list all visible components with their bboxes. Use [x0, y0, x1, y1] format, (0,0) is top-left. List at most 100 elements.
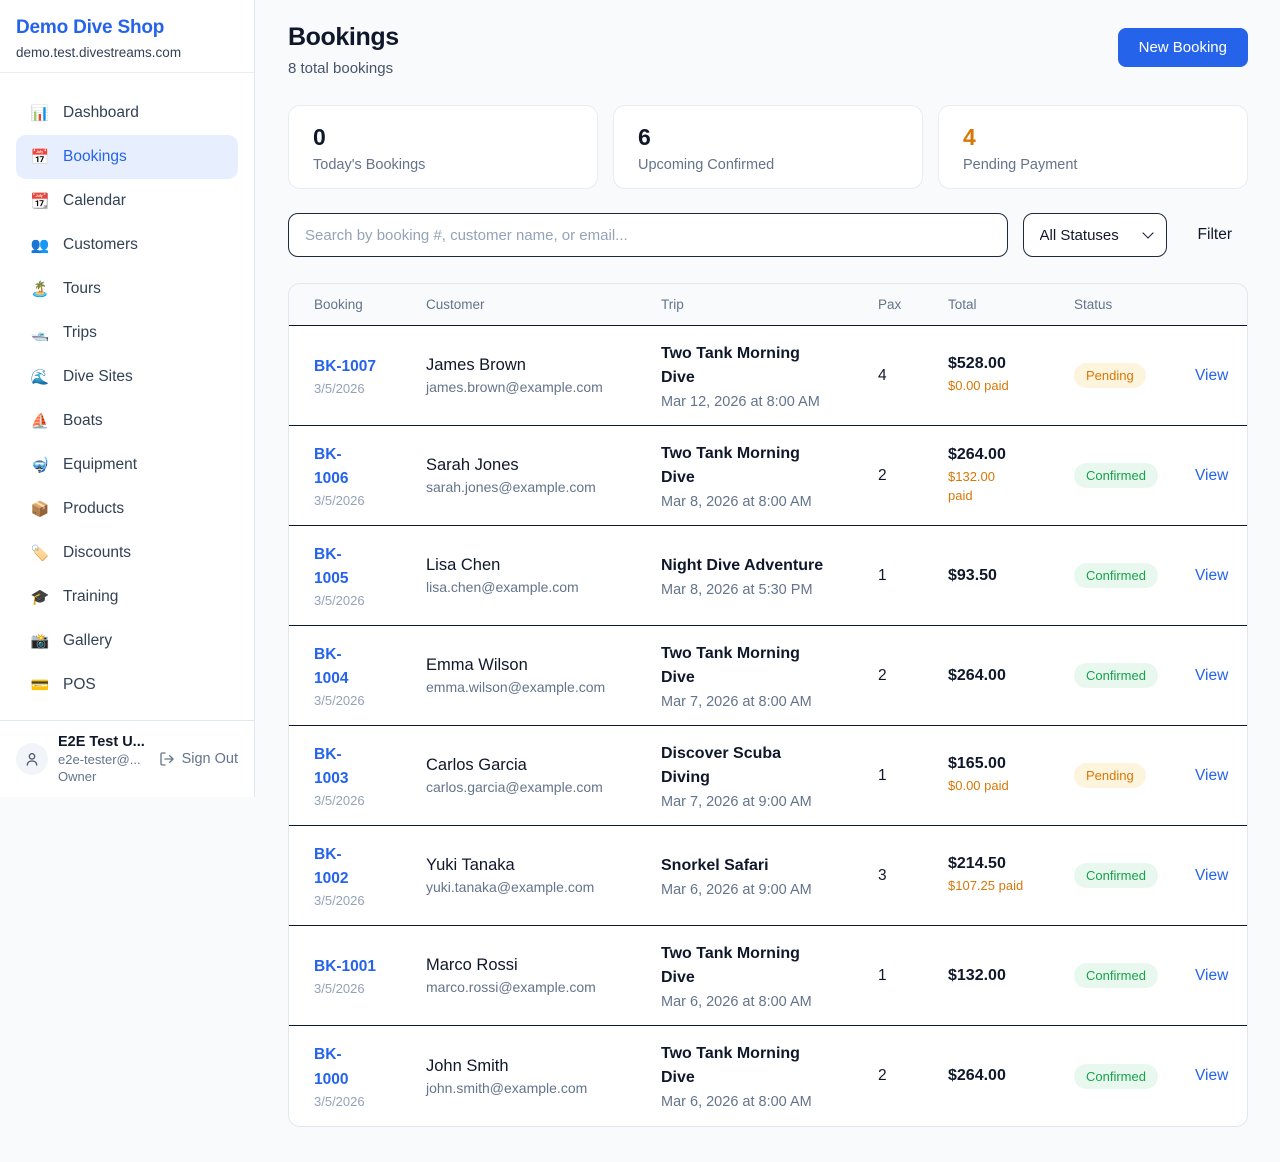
stat-value: 6: [638, 125, 898, 150]
table-row: BK- 1000 3/5/2026 John Smith john.smith@…: [289, 1026, 1247, 1126]
stat-value: 0: [313, 125, 573, 150]
camera-flash-icon: 📸: [30, 632, 50, 650]
total-amount: $528.00: [948, 355, 1062, 373]
customer-name: Lisa Chen: [426, 556, 649, 575]
sidebar-item-boats[interactable]: ⛵ Boats: [16, 399, 238, 443]
sidebar-item-gallery[interactable]: 📸 Gallery: [16, 619, 238, 663]
view-link[interactable]: View: [1195, 367, 1228, 384]
sidebar-item-dive-sites[interactable]: 🌊 Dive Sites: [16, 355, 238, 399]
pax-count: 1: [878, 967, 948, 985]
table-header-row: Booking Customer Trip Pax Total Status: [289, 284, 1247, 326]
booking-id-link[interactable]: BK- 1000: [314, 1043, 348, 1091]
sidebar-item-pos[interactable]: 💳 POS: [16, 663, 238, 707]
booking-date: 3/5/2026: [314, 793, 414, 808]
tear-off-calendar-icon: 📆: [30, 192, 50, 210]
table-row: BK- 1004 3/5/2026 Emma Wilson emma.wilso…: [289, 626, 1247, 726]
total-amount: $264.00: [948, 446, 1062, 464]
booking-id-link[interactable]: BK- 1005: [314, 543, 348, 591]
status-select[interactable]: All Statuses: [1023, 213, 1167, 257]
booking-id-link[interactable]: BK- 1006: [314, 443, 348, 491]
brand-domain: demo.test.divestreams.com: [16, 45, 238, 60]
sidebar-item-label: Training: [63, 588, 118, 606]
sidebar-item-discounts[interactable]: 🏷️ Discounts: [16, 531, 238, 575]
customer-name: James Brown: [426, 356, 649, 375]
column-header-status: Status: [1074, 297, 1195, 312]
table-row: BK- 1002 3/5/2026 Yuki Tanaka yuki.tanak…: [289, 826, 1247, 926]
new-booking-button[interactable]: New Booking: [1118, 28, 1248, 67]
user-name: E2E Test U...: [58, 734, 149, 750]
trip-datetime: Mar 6, 2026 at 8:00 AM: [661, 1094, 866, 1110]
diving-mask-icon: 🤿: [30, 456, 50, 474]
status-badge: Confirmed: [1074, 863, 1158, 888]
trip-name: Discover Scuba Diving: [661, 742, 866, 790]
customer-name: Yuki Tanaka: [426, 856, 649, 875]
view-link[interactable]: View: [1195, 867, 1228, 884]
column-header-customer: Customer: [426, 297, 661, 312]
pax-count: 4: [878, 367, 948, 385]
sidebar-item-label: Bookings: [63, 148, 127, 166]
search-input[interactable]: [288, 213, 1008, 257]
total-amount: $264.00: [948, 667, 1062, 685]
view-link[interactable]: View: [1195, 667, 1228, 684]
avatar: [16, 743, 48, 775]
user-email: e2e-tester@...: [58, 752, 149, 767]
sign-out-button[interactable]: Sign Out: [159, 751, 238, 767]
paid-amount: $107.25 paid: [948, 877, 1062, 896]
brand: Demo Dive Shop demo.test.divestreams.com: [0, 0, 254, 73]
total-amount: $132.00: [948, 967, 1062, 985]
label-tag-icon: 🏷️: [30, 544, 50, 562]
trip-datetime: Mar 6, 2026 at 9:00 AM: [661, 882, 866, 898]
sidebar-nav: 📊 Dashboard 📅 Bookings 📆 Calendar 👥 Cust…: [0, 73, 254, 725]
view-link[interactable]: View: [1195, 767, 1228, 784]
sidebar-item-dashboard[interactable]: 📊 Dashboard: [16, 91, 238, 135]
status-badge: Pending: [1074, 763, 1146, 788]
sidebar-item-bookings[interactable]: 📅 Bookings: [16, 135, 238, 179]
customer-email: john.smith@example.com: [426, 1080, 649, 1096]
customer-email: carlos.garcia@example.com: [426, 779, 649, 795]
sidebar-item-customers[interactable]: 👥 Customers: [16, 223, 238, 267]
column-header-booking: Booking: [314, 297, 426, 312]
sidebar-item-label: POS: [63, 676, 96, 694]
stats-cards: 0 Today's Bookings 6 Upcoming Confirmed …: [288, 105, 1248, 189]
booking-date: 3/5/2026: [314, 593, 414, 608]
bookings-table: Booking Customer Trip Pax Total Status B…: [288, 283, 1248, 1127]
pax-count: 3: [878, 867, 948, 885]
view-link[interactable]: View: [1195, 567, 1228, 584]
sidebar: Demo Dive Shop demo.test.divestreams.com…: [0, 0, 255, 797]
view-link[interactable]: View: [1195, 1067, 1228, 1084]
trip-name: Two Tank Morning Dive: [661, 342, 866, 390]
status-badge: Confirmed: [1074, 1064, 1158, 1089]
customer-name: Emma Wilson: [426, 656, 649, 675]
booking-id-link[interactable]: BK- 1003: [314, 743, 348, 791]
booking-date: 3/5/2026: [314, 493, 414, 508]
sidebar-item-label: Discounts: [63, 544, 131, 562]
sidebar-item-trips[interactable]: 🛥️ Trips: [16, 311, 238, 355]
sidebar-item-tours[interactable]: 🏝️ Tours: [16, 267, 238, 311]
view-link[interactable]: View: [1195, 467, 1228, 484]
sidebar-item-training[interactable]: 🎓 Training: [16, 575, 238, 619]
sidebar-item-label: Trips: [63, 324, 97, 342]
booking-id-link[interactable]: BK- 1002: [314, 843, 348, 891]
graduation-cap-icon: 🎓: [30, 588, 50, 606]
sidebar-item-label: Products: [63, 500, 124, 518]
booking-id-link[interactable]: BK-1007: [314, 355, 376, 379]
trip-datetime: Mar 7, 2026 at 9:00 AM: [661, 794, 866, 810]
customer-email: marco.rossi@example.com: [426, 979, 649, 995]
booking-id-link[interactable]: BK- 1004: [314, 643, 348, 691]
status-select-wrap: All Statuses: [1023, 213, 1167, 257]
customer-name: Marco Rossi: [426, 956, 649, 975]
column-header-trip: Trip: [661, 297, 878, 312]
pax-count: 1: [878, 767, 948, 785]
total-amount: $214.50: [948, 855, 1062, 873]
page-title: Bookings: [288, 23, 399, 52]
pax-count: 2: [878, 467, 948, 485]
booking-id-link[interactable]: BK-1001: [314, 955, 376, 979]
sidebar-item-label: Equipment: [63, 456, 137, 474]
sidebar-item-products[interactable]: 📦 Products: [16, 487, 238, 531]
filter-button[interactable]: Filter: [1182, 226, 1248, 244]
table-body: BK-1007 3/5/2026 James Brown james.brown…: [289, 326, 1247, 1126]
view-link[interactable]: View: [1195, 967, 1228, 984]
sidebar-item-label: Boats: [63, 412, 103, 430]
sidebar-item-calendar[interactable]: 📆 Calendar: [16, 179, 238, 223]
sidebar-item-equipment[interactable]: 🤿 Equipment: [16, 443, 238, 487]
